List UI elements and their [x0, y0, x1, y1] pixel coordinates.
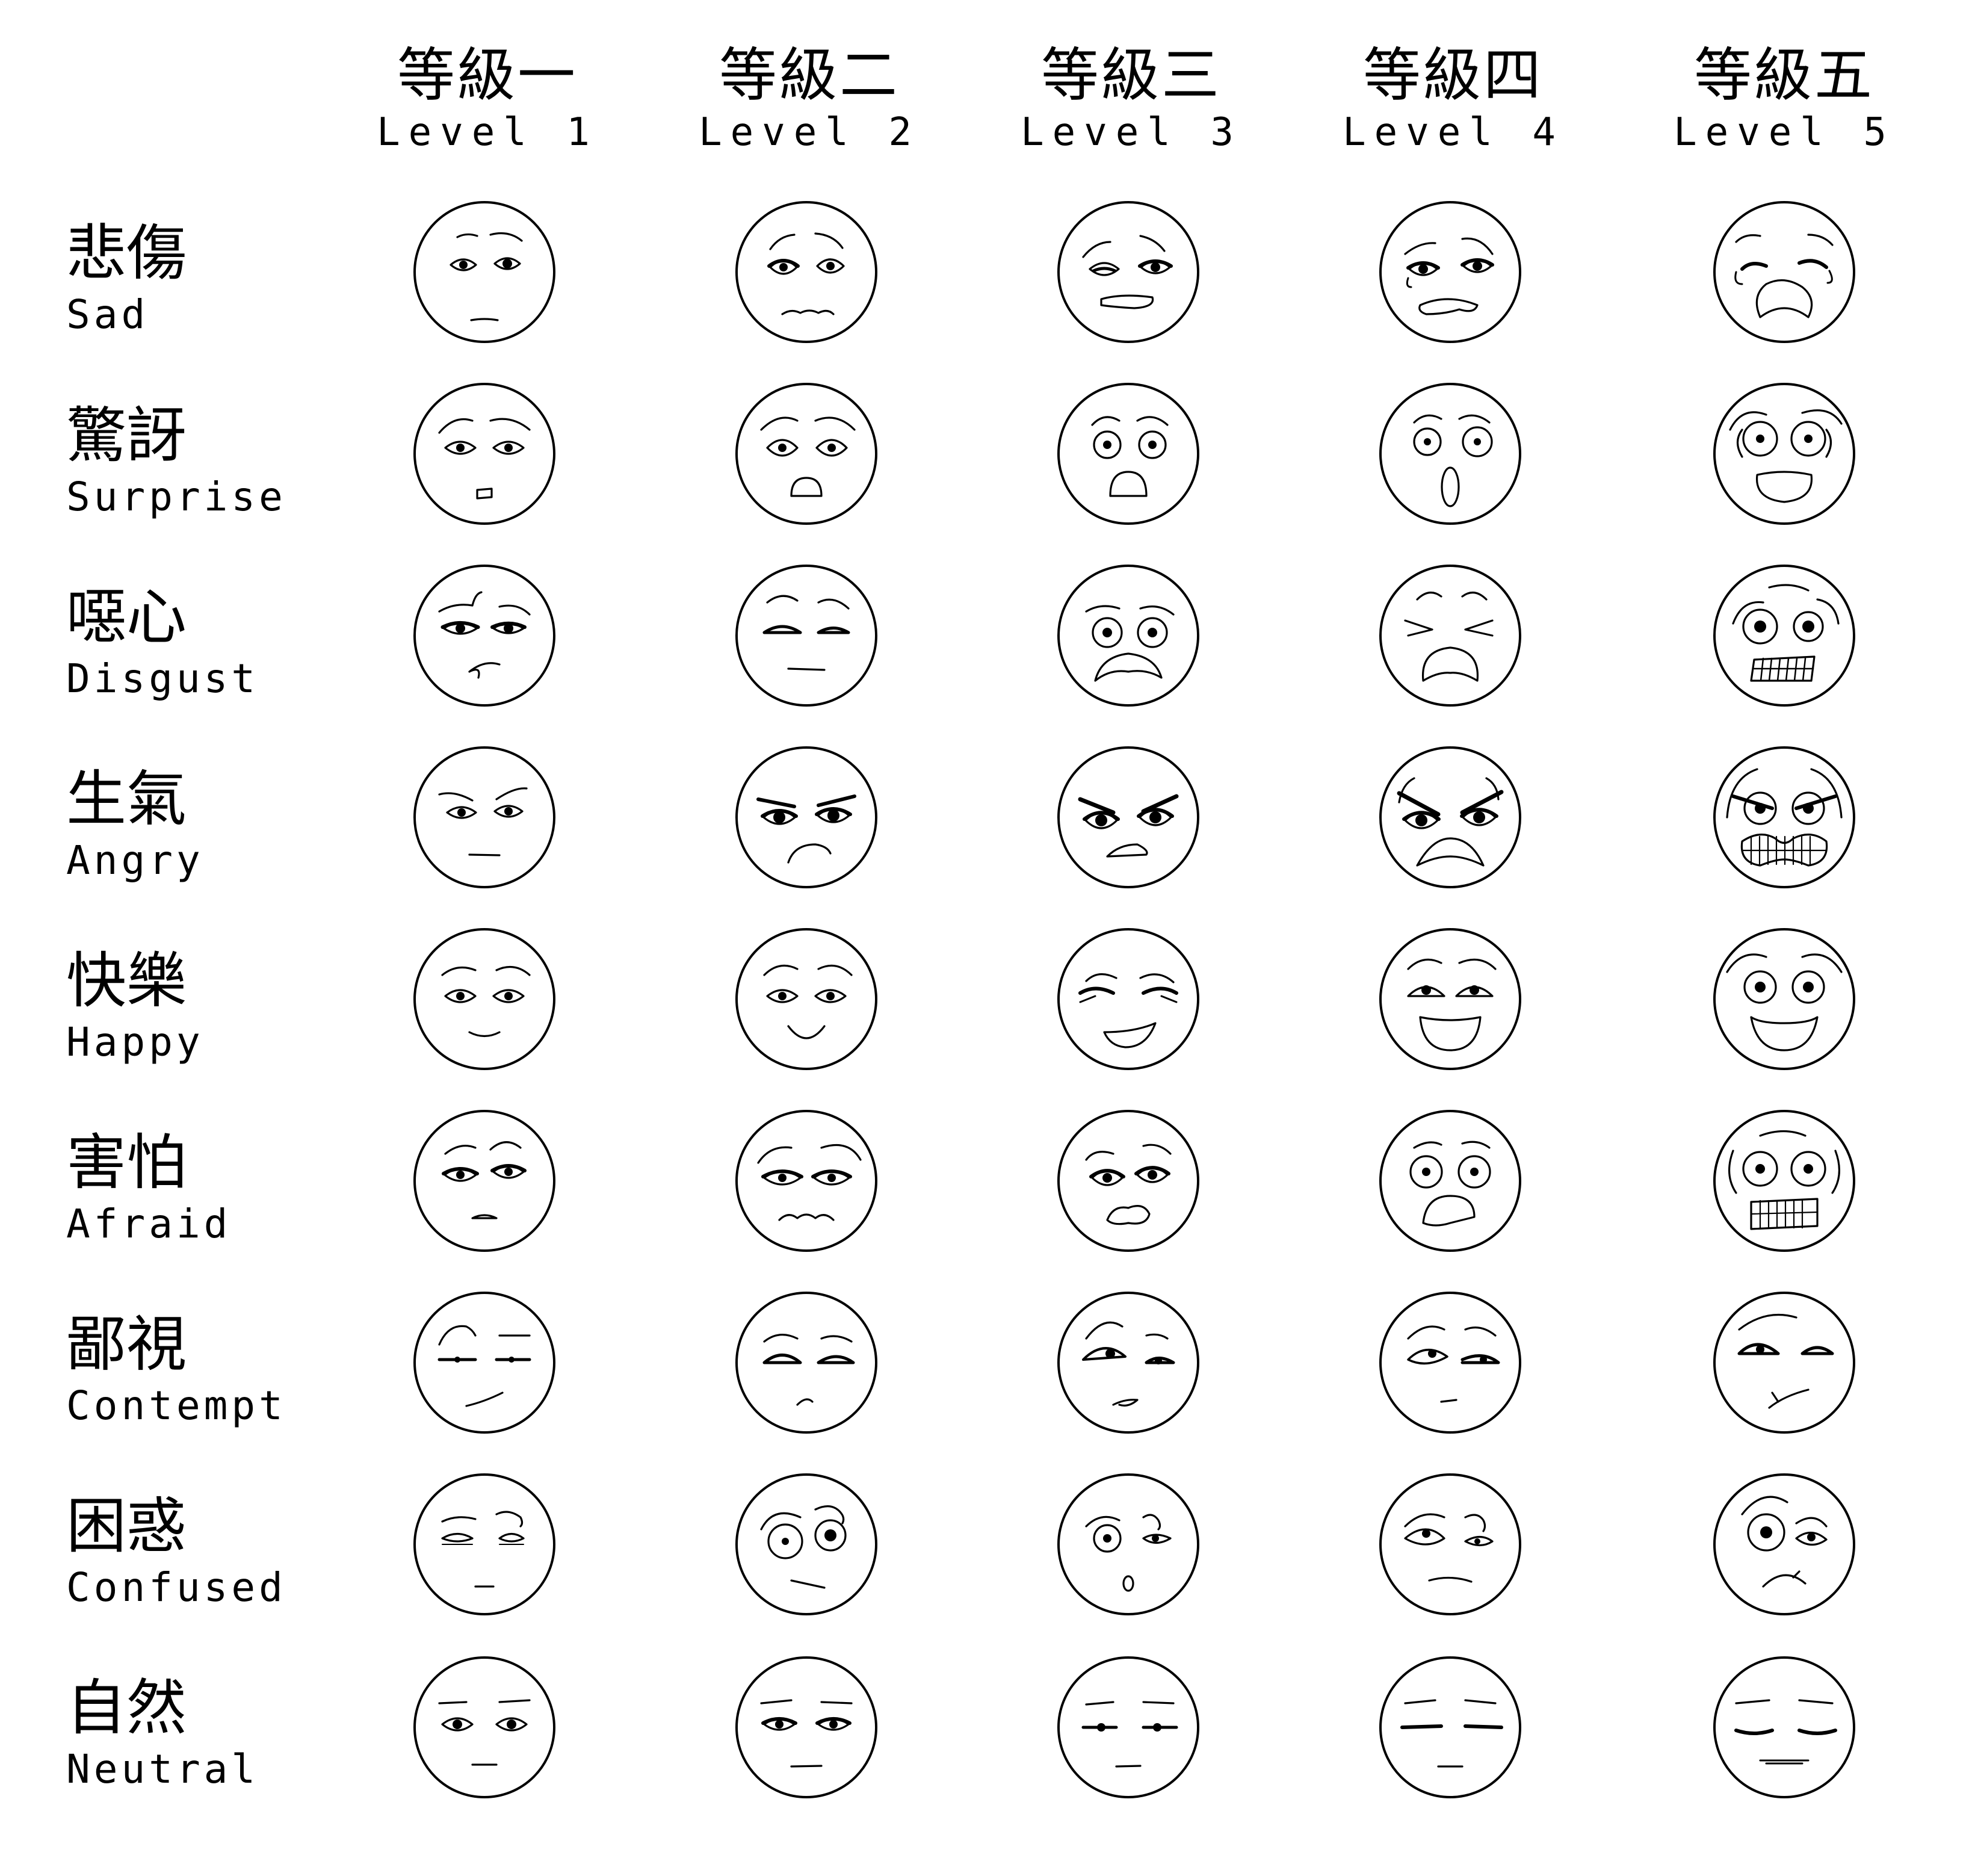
face-surprise-level-5 — [1714, 384, 1854, 524]
face-afraid-level-2 — [737, 1111, 876, 1251]
face-outline — [1714, 1475, 1854, 1614]
face-outline — [1059, 1475, 1198, 1614]
face-outline — [1059, 566, 1198, 705]
face-outline — [737, 384, 876, 524]
face-grid — [0, 0, 1972, 1876]
face-outline — [1714, 929, 1854, 1069]
face-outline — [415, 1658, 554, 1797]
face-outline — [1380, 929, 1520, 1069]
face-contempt-level-1 — [415, 1293, 554, 1432]
face-outline — [1059, 1293, 1198, 1432]
face-outline — [1714, 566, 1854, 705]
face-outline — [1714, 748, 1854, 887]
face-neutral-level-3 — [1059, 1658, 1198, 1797]
face-outline — [415, 1293, 554, 1432]
face-confused-level-2 — [737, 1475, 876, 1614]
face-sad-level-3 — [1059, 202, 1198, 342]
face-surprise-level-4 — [1380, 384, 1520, 524]
face-surprise-level-3 — [1059, 384, 1198, 524]
face-neutral-level-4 — [1380, 1658, 1520, 1797]
face-outline — [737, 929, 876, 1069]
face-afraid-level-4 — [1380, 1111, 1520, 1251]
face-confused-level-5 — [1714, 1475, 1854, 1614]
face-outline — [415, 748, 554, 887]
face-disgust-level-2 — [737, 566, 876, 705]
face-outline — [415, 566, 554, 705]
face-outline — [737, 1658, 876, 1797]
face-angry-level-2 — [737, 748, 876, 887]
face-neutral-level-1 — [415, 1658, 554, 1797]
face-disgust-level-3 — [1059, 566, 1198, 705]
face-outline — [737, 1111, 876, 1251]
face-sad-level-2 — [737, 202, 876, 342]
face-outline — [415, 384, 554, 524]
face-outline — [415, 1111, 554, 1251]
face-outline — [415, 202, 554, 342]
face-outline — [1059, 202, 1198, 342]
face-outline — [1059, 1111, 1198, 1251]
face-angry-level-3 — [1059, 748, 1198, 887]
face-outline — [737, 202, 876, 342]
face-confused-level-4 — [1380, 1475, 1520, 1614]
face-angry-level-5 — [1714, 748, 1854, 887]
face-outline — [737, 1293, 876, 1432]
face-outline — [1059, 384, 1198, 524]
face-afraid-level-3 — [1059, 1111, 1198, 1251]
face-disgust-level-5 — [1714, 566, 1854, 705]
face-afraid-level-1 — [415, 1111, 554, 1251]
face-angry-level-4 — [1380, 748, 1520, 887]
face-outline — [737, 566, 876, 705]
face-outline — [1714, 1293, 1854, 1432]
face-happy-level-1 — [415, 929, 554, 1069]
face-surprise-level-2 — [737, 384, 876, 524]
face-angry-level-1 — [415, 748, 554, 887]
face-happy-level-2 — [737, 929, 876, 1069]
face-disgust-level-1 — [415, 566, 554, 705]
face-outline — [1380, 1475, 1520, 1614]
face-contempt-level-4 — [1380, 1293, 1520, 1432]
face-afraid-level-5 — [1714, 1111, 1854, 1251]
face-outline — [415, 1475, 554, 1614]
face-contempt-level-2 — [737, 1293, 876, 1432]
face-outline — [415, 929, 554, 1069]
face-happy-level-4 — [1380, 929, 1520, 1069]
face-neutral-level-2 — [737, 1658, 876, 1797]
face-surprise-level-1 — [415, 384, 554, 524]
face-outline — [737, 748, 876, 887]
face-outline — [1380, 566, 1520, 705]
face-sad-level-5 — [1714, 202, 1854, 342]
face-confused-level-1 — [415, 1475, 554, 1614]
face-outline — [1380, 748, 1520, 887]
face-outline — [1380, 1111, 1520, 1251]
face-outline — [1059, 748, 1198, 887]
face-sad-level-1 — [415, 202, 554, 342]
face-confused-level-3 — [1059, 1475, 1198, 1614]
face-neutral-level-5 — [1714, 1658, 1854, 1797]
face-outline — [1380, 202, 1520, 342]
face-contempt-level-5 — [1714, 1293, 1854, 1432]
face-sad-level-4 — [1380, 202, 1520, 342]
face-outline — [1714, 1658, 1854, 1797]
face-contempt-level-3 — [1059, 1293, 1198, 1432]
face-happy-level-5 — [1714, 929, 1854, 1069]
face-happy-level-3 — [1059, 929, 1198, 1069]
face-outline — [737, 1475, 876, 1614]
face-outline — [1380, 384, 1520, 524]
face-disgust-level-4 — [1380, 566, 1520, 705]
